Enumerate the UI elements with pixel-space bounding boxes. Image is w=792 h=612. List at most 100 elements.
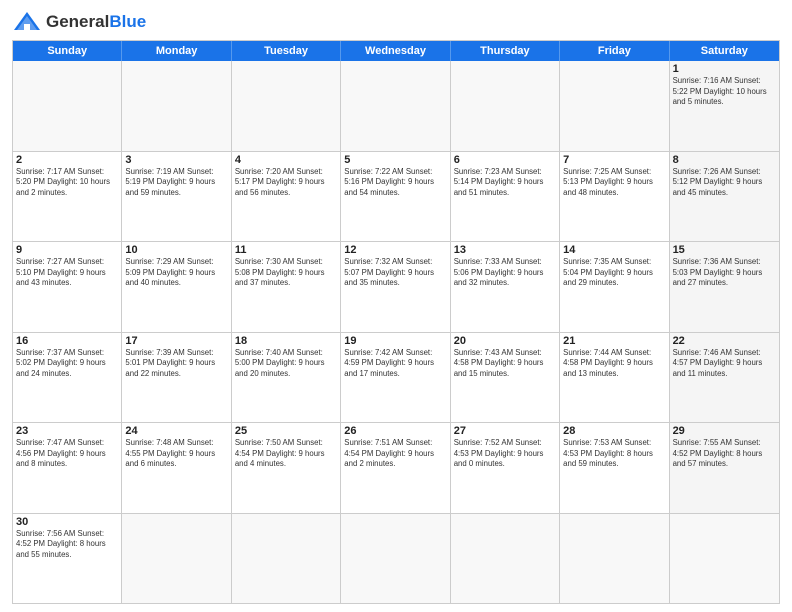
calendar: SundayMondayTuesdayWednesdayThursdayFrid… [12, 40, 780, 604]
calendar-cell-day-9: 9Sunrise: 7:27 AM Sunset: 5:10 PM Daylig… [13, 242, 122, 332]
day-number: 12 [344, 244, 446, 256]
calendar-cell-day-14: 14Sunrise: 7:35 AM Sunset: 5:04 PM Dayli… [560, 242, 669, 332]
sun-info: Sunrise: 7:33 AM Sunset: 5:06 PM Dayligh… [454, 257, 556, 289]
calendar-row-4: 23Sunrise: 7:47 AM Sunset: 4:56 PM Dayli… [13, 422, 779, 513]
calendar-cell-day-24: 24Sunrise: 7:48 AM Sunset: 4:55 PM Dayli… [122, 423, 231, 513]
day-number: 8 [673, 154, 776, 166]
calendar-cell-day-22: 22Sunrise: 7:46 AM Sunset: 4:57 PM Dayli… [670, 333, 779, 423]
header-day-friday: Friday [560, 41, 669, 61]
calendar-row-5: 30Sunrise: 7:56 AM Sunset: 4:52 PM Dayli… [13, 513, 779, 604]
calendar-cell-day-6: 6Sunrise: 7:23 AM Sunset: 5:14 PM Daylig… [451, 152, 560, 242]
calendar-cell-day-7: 7Sunrise: 7:25 AM Sunset: 5:13 PM Daylig… [560, 152, 669, 242]
calendar-cell-empty [232, 514, 341, 604]
calendar-cell-day-4: 4Sunrise: 7:20 AM Sunset: 5:17 PM Daylig… [232, 152, 341, 242]
logo: GeneralBlue [12, 10, 146, 34]
day-number: 27 [454, 425, 556, 437]
calendar-cell-empty [451, 61, 560, 151]
day-number: 9 [16, 244, 118, 256]
header-day-wednesday: Wednesday [341, 41, 450, 61]
logo-text: GeneralBlue [46, 12, 146, 32]
header-day-tuesday: Tuesday [232, 41, 341, 61]
day-number: 21 [563, 335, 665, 347]
sun-info: Sunrise: 7:44 AM Sunset: 4:58 PM Dayligh… [563, 348, 665, 380]
calendar-cell-day-11: 11Sunrise: 7:30 AM Sunset: 5:08 PM Dayli… [232, 242, 341, 332]
calendar-cell-empty [232, 61, 341, 151]
calendar-cell-day-16: 16Sunrise: 7:37 AM Sunset: 5:02 PM Dayli… [13, 333, 122, 423]
header: GeneralBlue [12, 10, 780, 34]
calendar-cell-empty [451, 514, 560, 604]
header-day-sunday: Sunday [13, 41, 122, 61]
day-number: 23 [16, 425, 118, 437]
day-number: 14 [563, 244, 665, 256]
day-number: 16 [16, 335, 118, 347]
day-number: 6 [454, 154, 556, 166]
calendar-cell-empty [341, 514, 450, 604]
sun-info: Sunrise: 7:27 AM Sunset: 5:10 PM Dayligh… [16, 257, 118, 289]
calendar-cell-day-12: 12Sunrise: 7:32 AM Sunset: 5:07 PM Dayli… [341, 242, 450, 332]
calendar-cell-day-1: 1Sunrise: 7:16 AM Sunset: 5:22 PM Daylig… [670, 61, 779, 151]
calendar-cell-day-10: 10Sunrise: 7:29 AM Sunset: 5:09 PM Dayli… [122, 242, 231, 332]
calendar-cell-day-21: 21Sunrise: 7:44 AM Sunset: 4:58 PM Dayli… [560, 333, 669, 423]
day-number: 2 [16, 154, 118, 166]
day-number: 26 [344, 425, 446, 437]
sun-info: Sunrise: 7:53 AM Sunset: 4:53 PM Dayligh… [563, 438, 665, 470]
day-number: 24 [125, 425, 227, 437]
sun-info: Sunrise: 7:30 AM Sunset: 5:08 PM Dayligh… [235, 257, 337, 289]
sun-info: Sunrise: 7:56 AM Sunset: 4:52 PM Dayligh… [16, 529, 118, 561]
day-number: 25 [235, 425, 337, 437]
header-day-monday: Monday [122, 41, 231, 61]
day-number: 17 [125, 335, 227, 347]
day-number: 5 [344, 154, 446, 166]
calendar-cell-day-18: 18Sunrise: 7:40 AM Sunset: 5:00 PM Dayli… [232, 333, 341, 423]
calendar-cell-day-2: 2Sunrise: 7:17 AM Sunset: 5:20 PM Daylig… [13, 152, 122, 242]
calendar-cell-day-13: 13Sunrise: 7:33 AM Sunset: 5:06 PM Dayli… [451, 242, 560, 332]
calendar-cell-empty [341, 61, 450, 151]
sun-info: Sunrise: 7:29 AM Sunset: 5:09 PM Dayligh… [125, 257, 227, 289]
calendar-cell-day-25: 25Sunrise: 7:50 AM Sunset: 4:54 PM Dayli… [232, 423, 341, 513]
day-number: 11 [235, 244, 337, 256]
sun-info: Sunrise: 7:17 AM Sunset: 5:20 PM Dayligh… [16, 167, 118, 199]
calendar-cell-day-23: 23Sunrise: 7:47 AM Sunset: 4:56 PM Dayli… [13, 423, 122, 513]
sun-info: Sunrise: 7:37 AM Sunset: 5:02 PM Dayligh… [16, 348, 118, 380]
calendar-row-0: 1Sunrise: 7:16 AM Sunset: 5:22 PM Daylig… [13, 61, 779, 151]
calendar-cell-day-17: 17Sunrise: 7:39 AM Sunset: 5:01 PM Dayli… [122, 333, 231, 423]
sun-info: Sunrise: 7:48 AM Sunset: 4:55 PM Dayligh… [125, 438, 227, 470]
sun-info: Sunrise: 7:36 AM Sunset: 5:03 PM Dayligh… [673, 257, 776, 289]
sun-info: Sunrise: 7:40 AM Sunset: 5:00 PM Dayligh… [235, 348, 337, 380]
calendar-cell-day-27: 27Sunrise: 7:52 AM Sunset: 4:53 PM Dayli… [451, 423, 560, 513]
sun-info: Sunrise: 7:20 AM Sunset: 5:17 PM Dayligh… [235, 167, 337, 199]
calendar-cell-day-3: 3Sunrise: 7:19 AM Sunset: 5:19 PM Daylig… [122, 152, 231, 242]
calendar-cell-day-5: 5Sunrise: 7:22 AM Sunset: 5:16 PM Daylig… [341, 152, 450, 242]
sun-info: Sunrise: 7:19 AM Sunset: 5:19 PM Dayligh… [125, 167, 227, 199]
sun-info: Sunrise: 7:22 AM Sunset: 5:16 PM Dayligh… [344, 167, 446, 199]
logo-icon [12, 10, 42, 34]
day-number: 19 [344, 335, 446, 347]
calendar-cell-empty [560, 61, 669, 151]
calendar-row-1: 2Sunrise: 7:17 AM Sunset: 5:20 PM Daylig… [13, 151, 779, 242]
day-number: 30 [16, 516, 118, 528]
sun-info: Sunrise: 7:35 AM Sunset: 5:04 PM Dayligh… [563, 257, 665, 289]
sun-info: Sunrise: 7:47 AM Sunset: 4:56 PM Dayligh… [16, 438, 118, 470]
sun-info: Sunrise: 7:16 AM Sunset: 5:22 PM Dayligh… [673, 76, 776, 108]
sun-info: Sunrise: 7:32 AM Sunset: 5:07 PM Dayligh… [344, 257, 446, 289]
day-number: 28 [563, 425, 665, 437]
sun-info: Sunrise: 7:52 AM Sunset: 4:53 PM Dayligh… [454, 438, 556, 470]
sun-info: Sunrise: 7:55 AM Sunset: 4:52 PM Dayligh… [673, 438, 776, 470]
calendar-cell-day-8: 8Sunrise: 7:26 AM Sunset: 5:12 PM Daylig… [670, 152, 779, 242]
sun-info: Sunrise: 7:42 AM Sunset: 4:59 PM Dayligh… [344, 348, 446, 380]
day-number: 20 [454, 335, 556, 347]
day-number: 3 [125, 154, 227, 166]
calendar-cell-empty [122, 514, 231, 604]
day-number: 4 [235, 154, 337, 166]
calendar-cell-empty [670, 514, 779, 604]
calendar-cell-day-29: 29Sunrise: 7:55 AM Sunset: 4:52 PM Dayli… [670, 423, 779, 513]
day-number: 18 [235, 335, 337, 347]
calendar-row-2: 9Sunrise: 7:27 AM Sunset: 5:10 PM Daylig… [13, 241, 779, 332]
calendar-cell-day-20: 20Sunrise: 7:43 AM Sunset: 4:58 PM Dayli… [451, 333, 560, 423]
calendar-cell-day-28: 28Sunrise: 7:53 AM Sunset: 4:53 PM Dayli… [560, 423, 669, 513]
sun-info: Sunrise: 7:23 AM Sunset: 5:14 PM Dayligh… [454, 167, 556, 199]
calendar-cell-day-15: 15Sunrise: 7:36 AM Sunset: 5:03 PM Dayli… [670, 242, 779, 332]
header-day-saturday: Saturday [670, 41, 779, 61]
day-number: 13 [454, 244, 556, 256]
day-number: 22 [673, 335, 776, 347]
